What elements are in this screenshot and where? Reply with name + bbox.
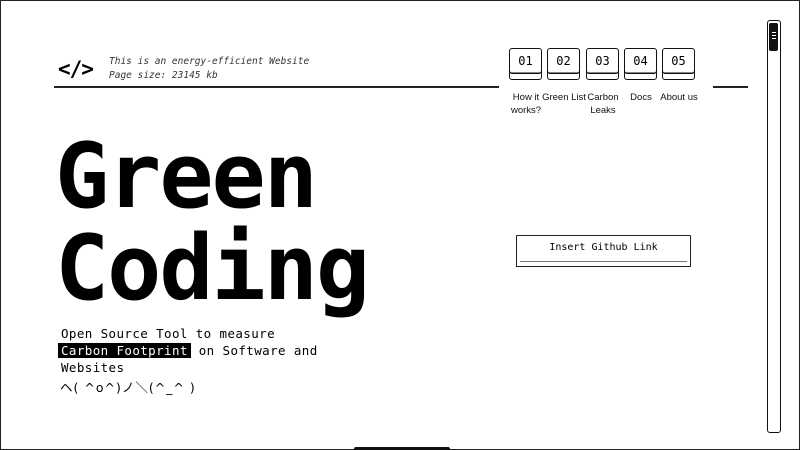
nav-key-number: 01 (518, 54, 533, 68)
nav-key-number: 04 (633, 54, 648, 68)
hero-title-line-2: Coding (55, 216, 370, 321)
hero-desc-part-1: Open Source Tool to measure (61, 326, 275, 341)
nav-key-01[interactable]: 01 (509, 48, 542, 80)
tagline-page-size: Page size: 23145 kb (109, 69, 218, 81)
header-divider-right (713, 86, 748, 88)
hero-title-line-1: Green (55, 124, 318, 229)
github-button-label[interactable]: Insert Github Link (517, 241, 690, 255)
vertical-scrollbar[interactable] (767, 20, 781, 433)
insert-github-link-button[interactable]: Insert Github Link (516, 235, 691, 267)
nav-item-carbon-leaks[interactable]: 03 Carbon Leaks (586, 48, 620, 118)
carbon-footprint-highlight: Carbon Footprint (58, 343, 191, 358)
nav-key-04[interactable]: 04 (624, 48, 657, 80)
nav-label-about-us[interactable]: About us (652, 92, 706, 105)
kaomoji: ヘ( ^o^)ノ＼(^_^ ) (60, 380, 196, 395)
github-button-base (516, 259, 691, 267)
nav-key-03[interactable]: 03 (586, 48, 619, 80)
nav-key-02[interactable]: 02 (547, 48, 580, 80)
main-nav: 01 How it works? 02 Green List 03 Carbon… (509, 48, 699, 118)
nav-key-number: 05 (671, 54, 686, 68)
github-button-face[interactable]: Insert Github Link (516, 235, 691, 261)
hero-title: Green Coding (55, 131, 475, 315)
hero-description: Open Source Tool to measure Carbon Footpr… (58, 325, 321, 376)
nav-key-05[interactable]: 05 (662, 48, 695, 80)
scrollbar-grip-icon[interactable] (769, 23, 778, 51)
code-brackets-logo-icon[interactable]: </> (58, 56, 98, 82)
nav-key-number: 03 (595, 54, 610, 68)
header-divider-left (54, 86, 499, 88)
nav-item-docs[interactable]: 04 Docs (624, 48, 658, 118)
nav-item-how-it-works[interactable]: 01 How it works? (509, 48, 543, 118)
nav-item-about-us[interactable]: 05 About us (660, 48, 698, 118)
site-tagline: This is an energy-efficient Website Page… (109, 55, 309, 82)
tagline-energy: This is an energy-efficient Website (109, 56, 310, 67)
page-frame: </> This is an energy-efficient Website … (0, 0, 800, 450)
nav-key-number: 02 (556, 54, 571, 68)
